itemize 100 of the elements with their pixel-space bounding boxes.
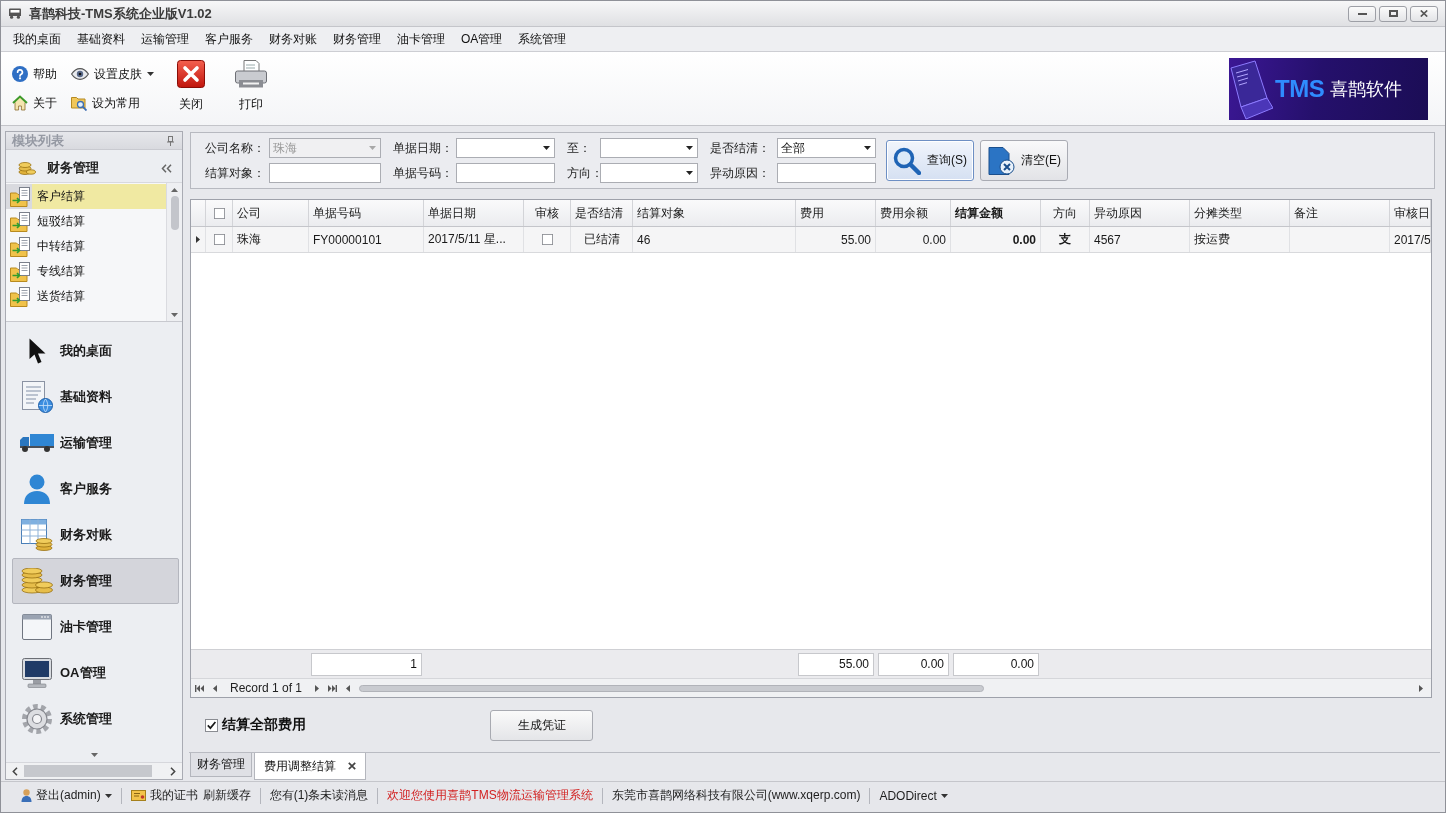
scroll-up-icon[interactable] — [171, 188, 178, 192]
menu-item[interactable]: 财务对账 — [261, 28, 325, 50]
field-label: 是否结清： — [709, 139, 771, 157]
table-cell: 2017/5 — [1390, 227, 1431, 252]
logo-brand: TMS — [1275, 74, 1325, 103]
scroll-left-icon[interactable] — [346, 684, 351, 692]
list-item[interactable]: 中转结算 — [6, 234, 166, 259]
toolbar-button[interactable]: 设置皮肤 — [71, 64, 154, 84]
toolbar-button[interactable]: 关闭 — [166, 59, 216, 118]
nav-item[interactable]: 油卡管理 — [12, 604, 179, 650]
column-header[interactable]: 方向 — [1041, 200, 1090, 226]
maximize-button[interactable] — [1379, 5, 1407, 22]
scrollbar-thumb[interactable] — [359, 684, 985, 692]
column-header[interactable]: 结算金额 — [951, 200, 1041, 226]
column-header[interactable]: 异动原因 — [1090, 200, 1190, 226]
list-item[interactable]: 客户结算 — [6, 184, 166, 209]
first-record-icon[interactable] — [195, 684, 204, 692]
account-button[interactable]: 登出(admin) — [21, 787, 112, 804]
menu-item[interactable]: 油卡管理 — [389, 28, 453, 50]
menu-item[interactable]: 基础资料 — [69, 28, 133, 50]
document-x-icon — [987, 146, 1015, 175]
column-header[interactable]: 结算对象 — [633, 200, 796, 226]
last-record-icon[interactable] — [328, 684, 338, 692]
close-button[interactable] — [1410, 5, 1438, 22]
caret-down-icon — [686, 171, 693, 175]
checkbox[interactable] — [213, 207, 225, 219]
list-item[interactable]: 专线结算 — [6, 259, 166, 284]
scrollbar-thumb[interactable] — [24, 765, 152, 777]
menu-item[interactable]: OA管理 — [453, 28, 511, 50]
close-icon — [1420, 10, 1428, 17]
filter-button[interactable]: 清空(E) — [980, 140, 1068, 181]
tab[interactable]: 费用调整结算 — [254, 753, 366, 780]
combo-box[interactable]: 全部 — [777, 138, 876, 158]
folder-document-icon — [10, 261, 32, 282]
nav-item[interactable]: OA管理 — [12, 650, 179, 696]
toolbar-button[interactable]: 设为常用 — [71, 93, 140, 113]
column-header[interactable]: 费用 — [796, 200, 876, 226]
table-cell: 珠海 — [233, 227, 309, 252]
list-item[interactable]: 送货结算 — [6, 284, 166, 309]
scrollbar-thumb[interactable] — [170, 196, 179, 230]
column-header[interactable]: 分摊类型 — [1190, 200, 1290, 226]
generate-button[interactable]: 生成凭证 — [490, 709, 593, 741]
column-header[interactable]: 审核日 — [1390, 200, 1431, 226]
dropdown-button[interactable]: ADODirect — [879, 788, 948, 803]
column-header[interactable]: 公司 — [233, 200, 309, 226]
column-header[interactable]: 单据日期 — [424, 200, 524, 226]
caret-down-icon — [864, 146, 871, 150]
next-record-icon[interactable] — [315, 684, 320, 692]
toolbar-button[interactable]: 帮助 — [12, 64, 57, 84]
menu-item[interactable]: 系统管理 — [510, 28, 575, 50]
tab[interactable]: 财务管理 — [190, 753, 252, 777]
input-field[interactable] — [777, 163, 876, 183]
table-cell: 55.00 — [796, 227, 876, 252]
toolbar-button[interactable]: 关于 — [12, 93, 57, 113]
nav-item[interactable]: 客户服务 — [12, 466, 179, 512]
list-item[interactable]: 短驳结算 — [6, 209, 166, 234]
menu-item[interactable]: 我的桌面 — [5, 28, 69, 50]
scroll-right-icon[interactable] — [1419, 684, 1423, 692]
scroll-left-icon[interactable] — [12, 766, 18, 776]
close-icon[interactable] — [348, 762, 356, 770]
checkbox-label: 结算全部费用 — [222, 716, 306, 734]
monitor-icon — [22, 658, 52, 688]
nav-item[interactable]: 基础资料 — [12, 374, 179, 420]
input-field[interactable] — [456, 163, 555, 183]
column-header[interactable]: 是否结清 — [571, 200, 633, 226]
window-title: 喜鹊科技-TMS系统企业版V1.02 — [29, 4, 212, 23]
column-header[interactable]: 备注 — [1290, 200, 1390, 226]
table-row[interactable]: 珠海 FY00000101 2017/5/11 星... 已结清 46 55.00 0.00 0.00 支 4567 按运费 2017/5 — [191, 227, 1431, 253]
table-cell: 4567 — [1090, 227, 1190, 252]
status-text: 东莞市喜鹊网络科技有限公司(www.xqerp.com) — [611, 787, 861, 804]
scroll-right-icon[interactable] — [170, 766, 176, 776]
spreadsheet-coins-icon — [21, 519, 53, 551]
nav-item[interactable]: 系统管理 — [12, 696, 179, 742]
column-header[interactable]: 费用余额 — [876, 200, 951, 226]
checkbox[interactable] — [213, 234, 225, 245]
double-chevron-icon[interactable] — [161, 163, 172, 173]
pin-icon[interactable] — [167, 135, 174, 146]
checkbox[interactable] — [205, 718, 218, 732]
certificate-button[interactable]: 我的证书 — [130, 787, 198, 804]
toolbar-button[interactable]: 打印 — [226, 59, 276, 118]
column-header[interactable]: 单据号码 — [309, 200, 424, 226]
menu-item[interactable]: 财务管理 — [325, 28, 389, 50]
status-text: 刷新缓存 — [202, 787, 251, 804]
input-field[interactable] — [269, 163, 381, 183]
nav-item[interactable]: 运输管理 — [12, 420, 179, 466]
nav-item[interactable]: 财务对账 — [12, 512, 179, 558]
scroll-down-icon[interactable] — [90, 753, 98, 757]
previous-record-icon[interactable] — [213, 684, 217, 692]
nav-item[interactable]: 财务管理 — [12, 558, 179, 604]
menu-item[interactable]: 客户服务 — [197, 28, 261, 50]
scroll-down-icon[interactable] — [171, 313, 178, 317]
eye-icon — [71, 68, 89, 80]
checkbox[interactable] — [541, 234, 553, 245]
group-title: 财务管理 — [47, 159, 100, 177]
nav-item[interactable]: 我的桌面 — [12, 328, 179, 374]
window-icon — [22, 614, 52, 640]
filter-button[interactable]: 查询(S) — [886, 140, 974, 181]
minimize-button[interactable] — [1348, 5, 1376, 22]
column-header[interactable]: 审核 — [524, 200, 571, 226]
menu-item[interactable]: 运输管理 — [133, 28, 197, 50]
